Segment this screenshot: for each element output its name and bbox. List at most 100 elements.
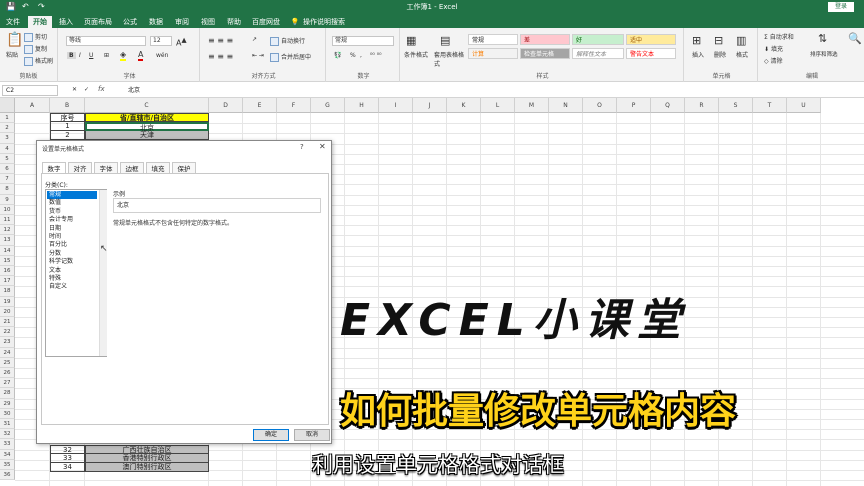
style-check-cell[interactable]: 检查单元格 bbox=[520, 48, 570, 59]
help-button[interactable]: ? bbox=[300, 143, 304, 151]
column-header-N[interactable]: N bbox=[549, 98, 583, 113]
row-header-30[interactable]: 30 bbox=[0, 408, 15, 419]
bold-button[interactable]: B bbox=[67, 52, 76, 59]
row-header-15[interactable]: 15 bbox=[0, 255, 15, 266]
orientation-icon[interactable]: ↗ bbox=[252, 36, 257, 43]
comma-button[interactable]: , bbox=[360, 52, 362, 59]
tab-data[interactable]: 数据 bbox=[146, 16, 166, 28]
column-header-S[interactable]: S bbox=[719, 98, 753, 113]
border-icon[interactable]: ⊞ bbox=[104, 52, 109, 59]
category-item[interactable]: 文本 bbox=[47, 267, 97, 275]
category-item[interactable]: 科学记数 bbox=[47, 258, 97, 266]
fill-color-icon[interactable]: ◈ bbox=[120, 50, 127, 61]
category-item[interactable]: 数值 bbox=[47, 199, 97, 207]
delete-cells-icon[interactable]: ⊟ bbox=[714, 34, 723, 47]
find-select-icon[interactable]: 🔍 bbox=[848, 32, 862, 45]
tab-insert[interactable]: 插入 bbox=[56, 16, 76, 28]
column-header-E[interactable]: E bbox=[243, 98, 277, 113]
row-header-35[interactable]: 35 bbox=[0, 459, 15, 470]
column-header-U[interactable]: U bbox=[787, 98, 821, 113]
cancel-icon[interactable]: ✕ bbox=[72, 86, 77, 93]
tab-baidu-pan[interactable]: 百度网盘 bbox=[250, 16, 282, 28]
insert-function-icon[interactable]: fx bbox=[98, 85, 105, 93]
column-header-C[interactable]: C bbox=[85, 98, 209, 113]
category-item[interactable]: 百分比 bbox=[47, 241, 97, 249]
table-cell[interactable]: 33 bbox=[50, 454, 85, 463]
tab-view[interactable]: 视图 bbox=[198, 16, 218, 28]
format-cells-button[interactable]: 格式 bbox=[736, 50, 748, 59]
italic-button[interactable]: I bbox=[79, 52, 81, 59]
row-header-5[interactable]: 5 bbox=[0, 153, 15, 164]
column-header-T[interactable]: T bbox=[753, 98, 787, 113]
insert-cells-icon[interactable]: ⊞ bbox=[692, 34, 701, 47]
decimal-icons[interactable]: ⁰⁰ ⁰⁰ bbox=[370, 52, 382, 59]
row-header-11[interactable]: 11 bbox=[0, 215, 15, 226]
format-as-table-button[interactable]: 套用表格格式 bbox=[434, 50, 464, 68]
row-header-33[interactable]: 33 bbox=[0, 439, 15, 450]
accounting-icon[interactable]: 💱 bbox=[334, 52, 341, 59]
row-header-31[interactable]: 31 bbox=[0, 419, 15, 430]
row-header-28[interactable]: 28 bbox=[0, 388, 15, 399]
style-bad[interactable]: 差 bbox=[520, 34, 570, 45]
table-format-icon[interactable]: ▤ bbox=[440, 34, 450, 47]
table-cell[interactable]: 天津 bbox=[85, 131, 209, 140]
row-header-26[interactable]: 26 bbox=[0, 368, 15, 379]
align-top-icons[interactable]: ≡ ≡ ≡ bbox=[208, 36, 233, 45]
paste-icon[interactable]: 📋 bbox=[6, 32, 23, 48]
style-neutral[interactable]: 适中 bbox=[626, 34, 676, 45]
tab-formulas[interactable]: 公式 bbox=[120, 16, 140, 28]
style-calculation[interactable]: 计算 bbox=[468, 48, 518, 59]
column-header-O[interactable]: O bbox=[583, 98, 617, 113]
column-header-K[interactable]: K bbox=[447, 98, 481, 113]
underline-button[interactable]: U bbox=[89, 52, 93, 59]
column-header-J[interactable]: J bbox=[413, 98, 447, 113]
category-list[interactable]: 常规 数值 货币 会计专用 日期 时间 百分比 分数 科学记数 文本 特殊 自定义 bbox=[45, 189, 107, 357]
select-all-corner[interactable] bbox=[0, 98, 15, 113]
category-item[interactable]: 货币 bbox=[47, 208, 97, 216]
table-cell-selected[interactable]: 北京 bbox=[85, 122, 209, 132]
indent-icon[interactable]: ⇤ ⇥ bbox=[252, 52, 264, 59]
phonetic-icon[interactable]: wén bbox=[156, 52, 168, 59]
row-header-19[interactable]: 19 bbox=[0, 296, 15, 307]
category-item[interactable]: 会计专用 bbox=[47, 216, 97, 224]
row-header-18[interactable]: 18 bbox=[0, 286, 15, 297]
font-name-combo[interactable]: 等线 bbox=[66, 36, 146, 46]
insert-cells-button[interactable]: 插入 bbox=[692, 50, 704, 59]
category-item[interactable]: 分数 bbox=[47, 250, 97, 258]
row-header-27[interactable]: 27 bbox=[0, 378, 15, 389]
row-header-4[interactable]: 4 bbox=[0, 143, 15, 154]
category-item[interactable]: 自定义 bbox=[47, 283, 97, 291]
tell-me-search[interactable]: 操作说明搜索 bbox=[302, 16, 346, 28]
table-cell[interactable]: 1 bbox=[50, 122, 85, 131]
row-header-2[interactable]: 2 bbox=[0, 123, 15, 134]
tab-help[interactable]: 帮助 bbox=[224, 16, 244, 28]
column-header-A[interactable]: A bbox=[15, 98, 50, 113]
row-header-10[interactable]: 10 bbox=[0, 204, 15, 215]
delete-cells-button[interactable]: 删除 bbox=[714, 50, 726, 59]
sort-filter-button[interactable]: 排序和筛选 bbox=[810, 50, 838, 58]
format-cells-icon[interactable]: ▥ bbox=[736, 34, 746, 47]
category-scrollbar[interactable] bbox=[99, 190, 107, 356]
conditional-format-icon[interactable]: ▦ bbox=[406, 34, 416, 47]
table-cell[interactable]: 34 bbox=[50, 463, 85, 472]
tab-page-layout[interactable]: 页面布局 bbox=[82, 16, 114, 28]
percent-button[interactable]: % bbox=[350, 52, 356, 59]
ok-button[interactable]: 确定 bbox=[253, 429, 289, 441]
table-cell[interactable]: 澳门特别行政区 bbox=[85, 463, 209, 472]
merge-center-button[interactable]: 合并后居中 bbox=[270, 52, 311, 62]
row-header-36[interactable]: 36 bbox=[0, 470, 15, 481]
column-header-I[interactable]: I bbox=[379, 98, 413, 113]
row-header-20[interactable]: 20 bbox=[0, 306, 15, 317]
style-warning[interactable]: 警告文本 bbox=[626, 48, 676, 59]
row-header-34[interactable]: 34 bbox=[0, 449, 15, 460]
column-header-P[interactable]: P bbox=[617, 98, 651, 113]
row-header-9[interactable]: 9 bbox=[0, 194, 15, 205]
header-cell-index[interactable]: 序号 bbox=[50, 113, 85, 122]
column-header-G[interactable]: G bbox=[311, 98, 345, 113]
column-header-L[interactable]: L bbox=[481, 98, 515, 113]
font-grow-icon[interactable]: A▲ bbox=[176, 36, 187, 48]
tab-review[interactable]: 审阅 bbox=[172, 16, 192, 28]
row-header-24[interactable]: 24 bbox=[0, 347, 15, 358]
fill-button[interactable]: ⬇ 填充 bbox=[764, 44, 783, 53]
paste-button[interactable]: 粘贴 bbox=[6, 50, 18, 59]
